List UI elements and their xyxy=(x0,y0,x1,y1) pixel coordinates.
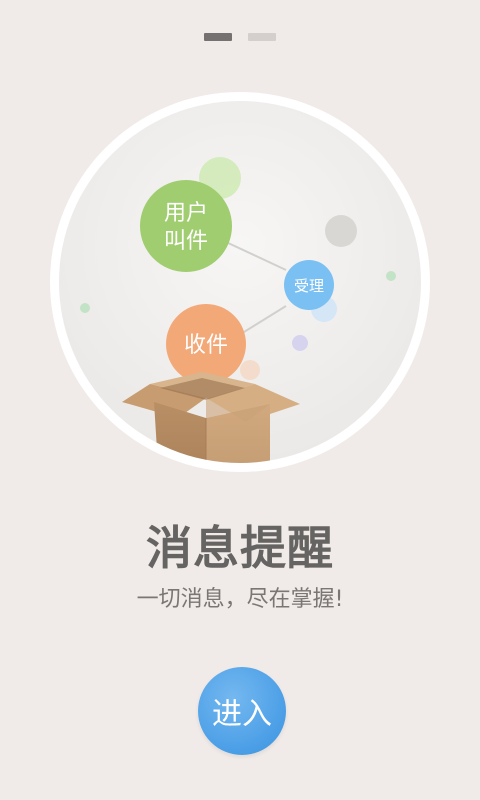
hero-illustration: 用户 叫件 受理 收件 xyxy=(50,92,430,472)
page-title: 消息提醒 xyxy=(146,521,334,575)
bubble-user-request xyxy=(140,180,232,272)
page-indicator xyxy=(0,33,480,41)
bubble-accept-label: 受理 xyxy=(294,277,324,295)
decor-dot xyxy=(325,215,357,247)
decor-dot xyxy=(80,303,90,313)
enter-button[interactable]: 进入 xyxy=(198,667,286,755)
decor-dot xyxy=(292,335,308,351)
page-subtitle: 一切消息，尽在掌握! xyxy=(136,587,344,612)
decor-dot xyxy=(386,271,396,281)
bubble-user-request-line2: 叫件 xyxy=(164,229,208,254)
decor-dot xyxy=(240,360,260,380)
page-indicator-dot-1 xyxy=(204,33,232,41)
bubble-receive-label: 收件 xyxy=(184,333,228,358)
hero-illustration-graphic: 用户 叫件 受理 收件 xyxy=(50,92,430,472)
page-indicator-dot-2 xyxy=(248,33,276,41)
bubble-user-request-line1: 用户 xyxy=(164,201,208,226)
